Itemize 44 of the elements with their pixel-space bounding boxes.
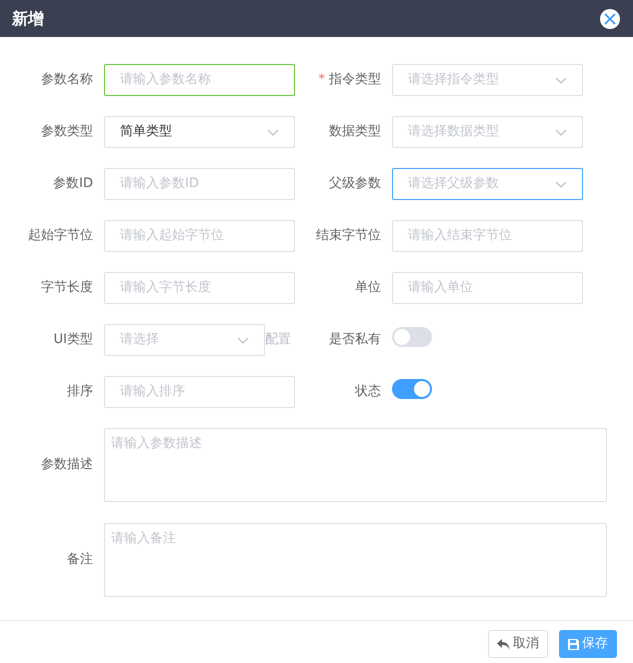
field-label: 结束字节位 xyxy=(316,228,381,244)
field-label: 参数ID xyxy=(53,176,93,192)
input-field[interactable]: 请输入参数名称 xyxy=(104,64,295,96)
select-field[interactable]: 请选择父级参数 xyxy=(392,168,583,200)
field-label: 是否私有 xyxy=(329,332,381,348)
field-label: 排序 xyxy=(67,384,93,400)
select-field[interactable]: 简单类型 xyxy=(104,116,295,148)
input-field[interactable]: 请输入排序 xyxy=(104,376,295,408)
field-label: 数据类型 xyxy=(329,124,381,140)
toggle-switch[interactable] xyxy=(392,326,432,347)
dialog-title: 新增 xyxy=(12,8,44,30)
config-link[interactable]: 配置 xyxy=(265,330,295,350)
field-label: 状态 xyxy=(355,384,381,400)
chevron-down-icon xyxy=(237,336,249,344)
select-field[interactable]: 请选择 xyxy=(104,324,265,356)
save-button[interactable]: 保存 xyxy=(559,630,617,658)
chevron-down-icon xyxy=(555,76,567,84)
input-field[interactable]: 请输入单位 xyxy=(392,272,583,304)
field-label: 单位 xyxy=(355,280,381,296)
chevron-down-icon xyxy=(555,180,567,188)
field-label: 父级参数 xyxy=(329,176,381,192)
chevron-down-icon xyxy=(555,128,567,136)
input-field[interactable]: 请输入结束字节位 xyxy=(392,220,583,252)
field-label: 起始字节位 xyxy=(28,228,93,244)
select-field[interactable]: 请选择数据类型 xyxy=(392,116,583,148)
text-area[interactable]: 请输入参数描述 xyxy=(104,428,607,502)
input-field[interactable]: 请输入字节长度 xyxy=(104,272,295,304)
input-field[interactable]: 请输入起始字节位 xyxy=(104,220,295,252)
field-label: 参数描述 xyxy=(41,457,93,472)
close-button[interactable] xyxy=(600,8,620,28)
field-label: 字节长度 xyxy=(41,280,93,296)
field-label: 参数类型 xyxy=(41,124,93,140)
field-label: 备注 xyxy=(67,552,93,568)
field-label: UI类型 xyxy=(54,332,93,348)
field-label: * 指令类型 xyxy=(318,72,381,88)
close-icon xyxy=(603,12,617,26)
select-field[interactable]: 请选择指令类型 xyxy=(392,64,583,96)
text-area[interactable]: 请输入备注 xyxy=(104,523,607,597)
field-label: 参数名称 xyxy=(41,72,93,88)
chevron-down-icon xyxy=(267,128,279,136)
input-field[interactable]: 请输入参数ID xyxy=(104,168,295,200)
undo-arrow-icon xyxy=(497,638,510,650)
toggle-switch[interactable] xyxy=(392,378,432,399)
cancel-button[interactable]: 取消 xyxy=(488,630,548,658)
